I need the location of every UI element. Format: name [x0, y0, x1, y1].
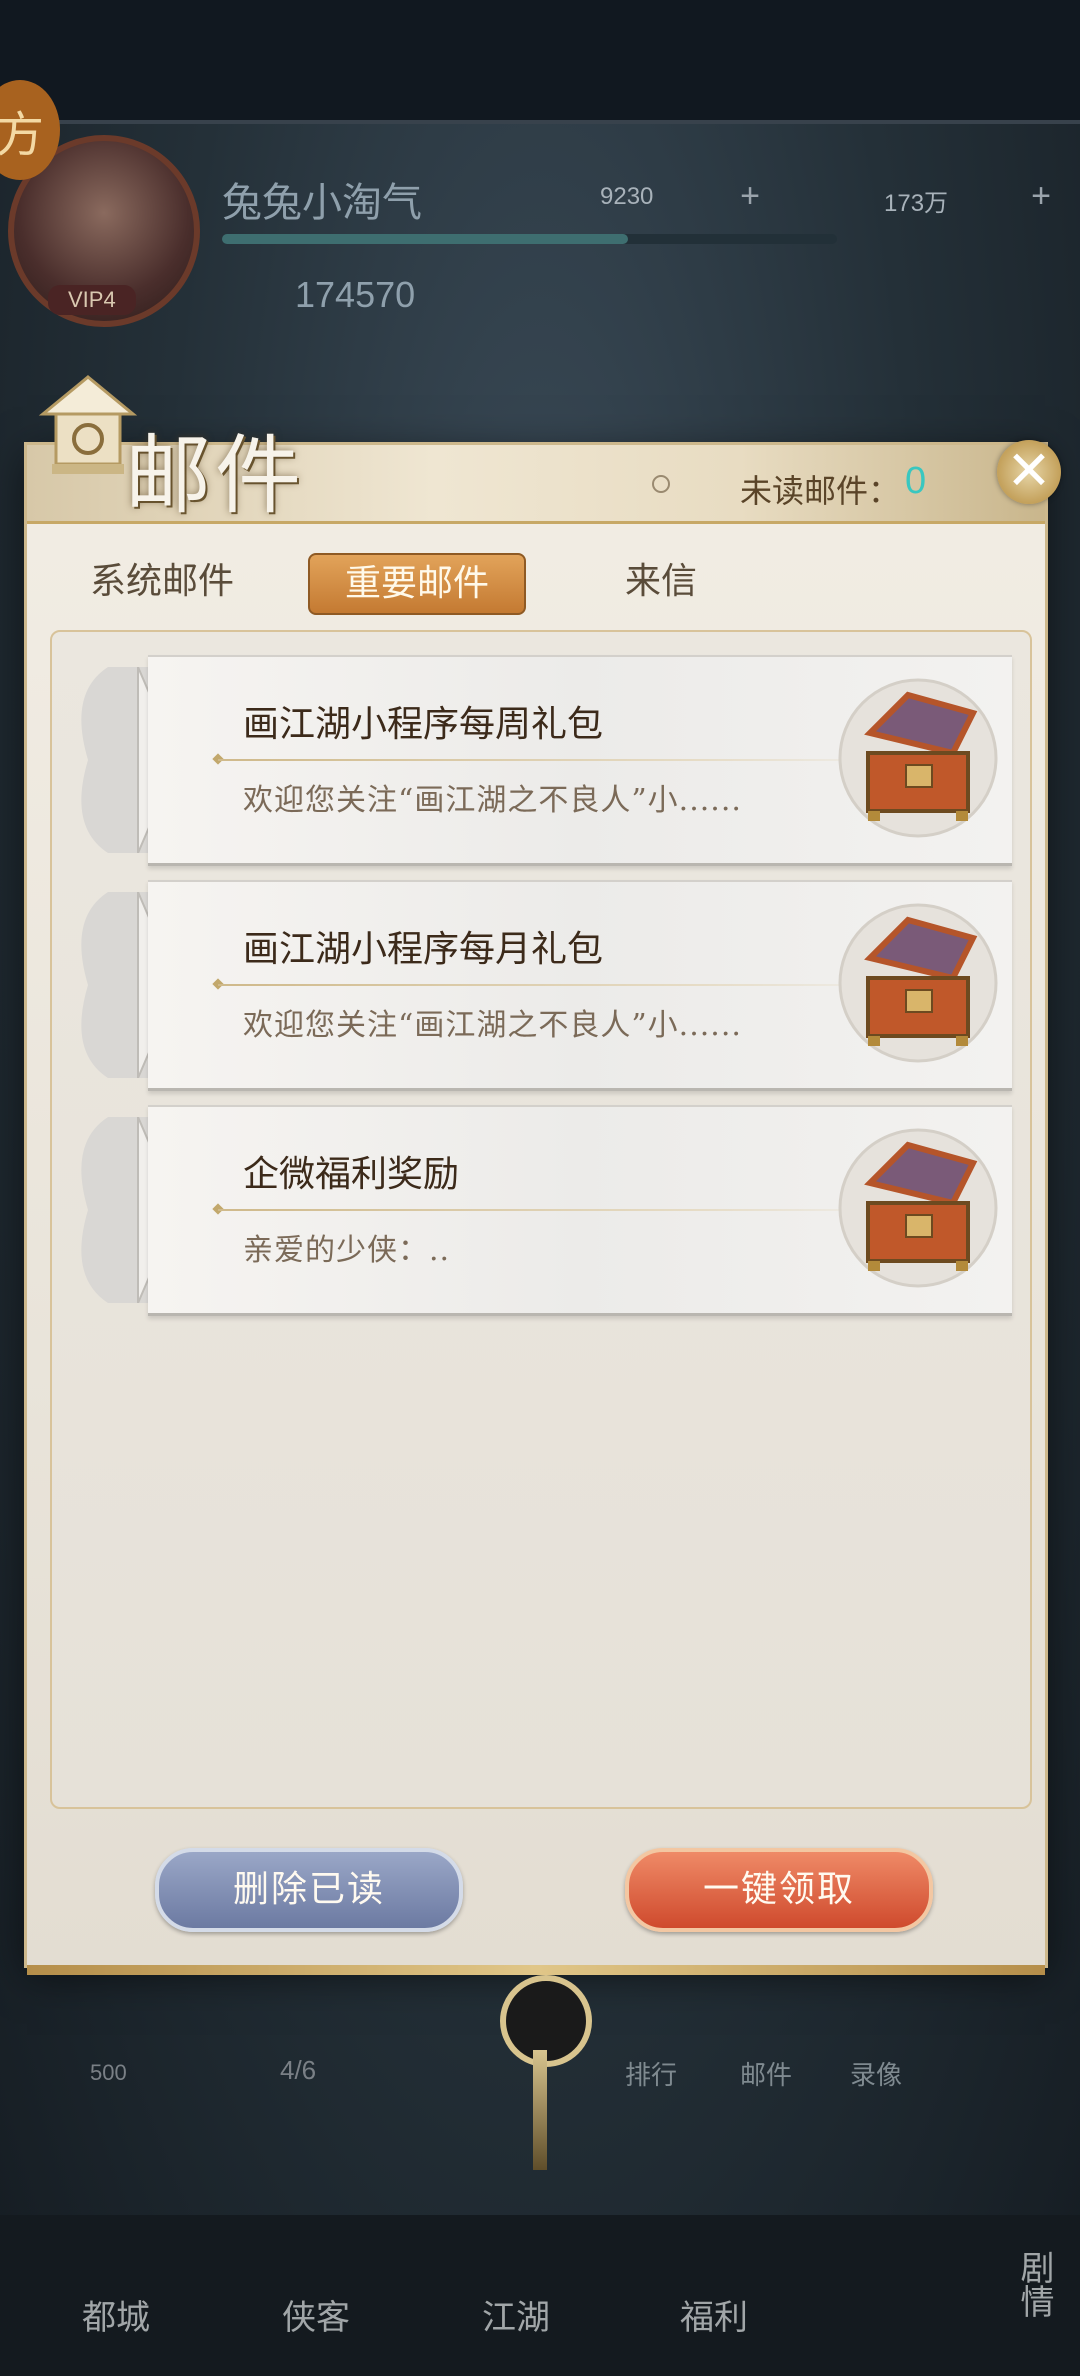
- mail-title: 企微福利奖励: [243, 1154, 460, 1195]
- tab-letters[interactable]: 来信: [625, 553, 697, 611]
- vip-badge: VIP4: [48, 285, 136, 315]
- side-label-replay: 录像: [850, 2060, 903, 2090]
- mail-divider: [218, 984, 908, 986]
- exp-bar-fill: [222, 234, 628, 244]
- tab-system-mail[interactable]: 系统邮件: [90, 553, 234, 611]
- combat-power: 174570: [295, 274, 416, 315]
- mail-divider: [218, 1209, 908, 1211]
- unread-label: 未读邮件：: [740, 472, 901, 510]
- scroll-stick: [533, 2050, 547, 2170]
- add-ingot-button: +: [740, 177, 760, 215]
- tab-important-mail[interactable]: 重要邮件: [308, 553, 526, 615]
- dialog-footer: [27, 1965, 1045, 1975]
- pavilion-icon: [38, 375, 138, 474]
- mail-title: 画江湖小程序每月礼包: [243, 929, 604, 970]
- delete-read-button[interactable]: 删除已读: [155, 1848, 463, 1932]
- treasure-chest-icon: [838, 678, 998, 838]
- task-count: 500: [90, 2060, 127, 2085]
- nav-item-story: 剧情: [1014, 2250, 1054, 2318]
- player-name: 兔兔小淘气: [222, 180, 422, 226]
- coin-amount: 173万: [884, 190, 949, 217]
- add-coin-button: +: [1031, 177, 1051, 215]
- top-divider: [0, 120, 1080, 124]
- dialog-title: 邮件: [125, 426, 305, 526]
- nav-item-welfare: 福利: [680, 2298, 748, 2338]
- mail-item[interactable]: 画江湖小程序每周礼包 欢迎您关注“画江湖之不良人”小......: [68, 655, 1012, 866]
- mail-title: 画江湖小程序每周礼包: [243, 704, 604, 745]
- top-status-area: [0, 0, 1080, 120]
- unread-count: 0: [905, 460, 927, 502]
- close-icon: ✕: [1006, 441, 1052, 501]
- mail-item[interactable]: 画江湖小程序每月礼包 欢迎您关注“画江湖之不良人”小......: [68, 880, 1012, 1091]
- close-button[interactable]: ✕: [997, 440, 1061, 504]
- nav-item-heroes: 侠客: [282, 2298, 350, 2338]
- mail-item[interactable]: 企微福利奖励 亲爱的少侠：..: [68, 1105, 1012, 1316]
- mail-preview: 亲爱的少侠：..: [243, 1233, 451, 1268]
- nav-item-capital: 都城: [82, 2298, 150, 2338]
- side-label-mail: 邮件: [740, 2060, 793, 2090]
- unread-dot-icon: [652, 475, 670, 493]
- claim-all-button[interactable]: 一键领取: [625, 1848, 933, 1932]
- treasure-chest-icon: [838, 1128, 998, 1288]
- mail-preview: 欢迎您关注“画江湖之不良人”小......: [243, 783, 742, 818]
- mail-preview: 欢迎您关注“画江湖之不良人”小......: [243, 1008, 742, 1043]
- side-label-rank: 排行: [625, 2060, 678, 2090]
- treasure-chest-icon: [838, 903, 998, 1063]
- nav-item-jianghu: 江湖: [482, 2298, 550, 2338]
- mail-divider: [218, 759, 908, 761]
- exp-bar: [222, 234, 837, 244]
- task-progress: 4/6: [280, 2055, 317, 2085]
- ingot-amount: 9230: [600, 183, 654, 210]
- task-text: [160, 2020, 170, 2055]
